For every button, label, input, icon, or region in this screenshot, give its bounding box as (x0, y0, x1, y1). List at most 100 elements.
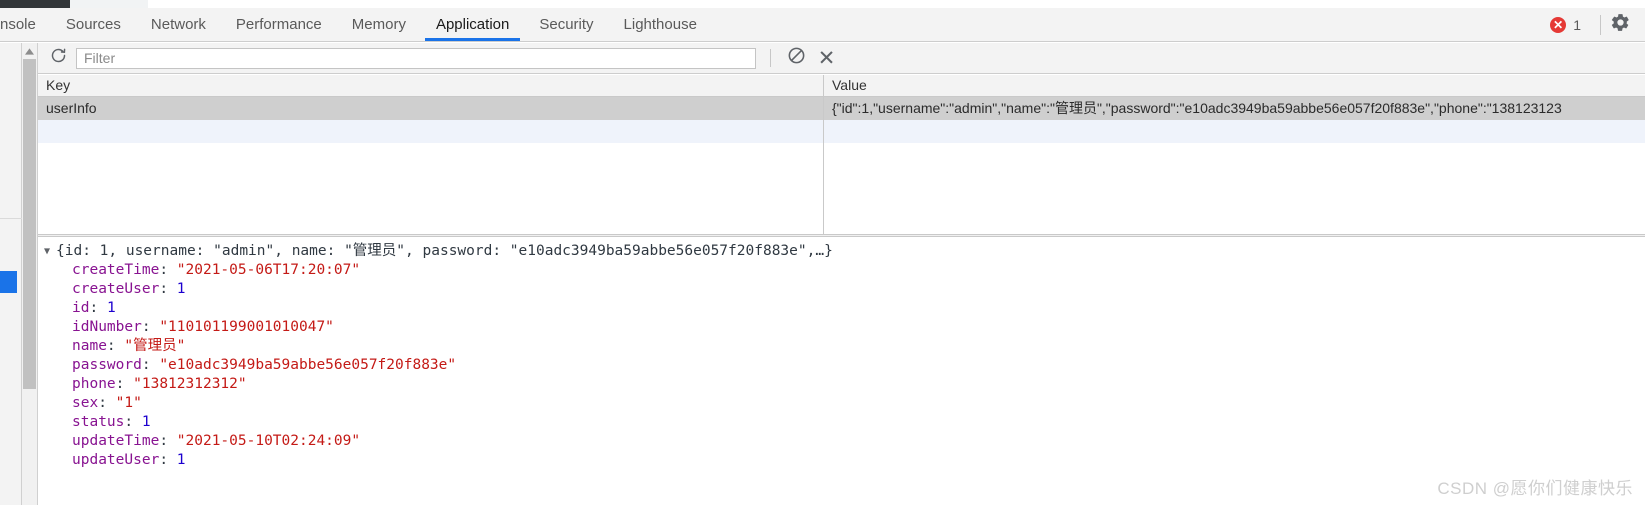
tab-label: Performance (235, 16, 322, 33)
tab-security[interactable]: Security (524, 8, 608, 41)
error-badge[interactable]: ✕ 1 (1550, 8, 1591, 41)
error-icon: ✕ (1550, 16, 1567, 33)
tab-lighthouse[interactable]: Lighthouse (609, 8, 712, 41)
browser-tab-active[interactable] (0, 0, 70, 8)
property-colon: : (159, 262, 177, 278)
tabstrip-spacer (712, 8, 1550, 41)
property-name: password (72, 357, 142, 373)
property-value: "110101199001010047" (159, 319, 334, 335)
property-value: 1 (176, 281, 186, 297)
table-empty-area-value (825, 143, 1645, 234)
devtools-tabs: nsole Sources Network Performance Memory Appl… (0, 8, 712, 41)
property-colon: : (159, 433, 177, 449)
property-name: createTime (72, 262, 160, 278)
property-colon: : (141, 319, 160, 335)
value-preview-pane: ▼ {id: 1, username: "admin", name: "管理员"… (38, 238, 1645, 505)
property-colon: : (159, 281, 177, 297)
object-property-row[interactable]: idNumber: "110101199001010047" (38, 318, 1645, 337)
refresh-icon (50, 47, 67, 69)
property-colon: : (115, 376, 134, 392)
property-value: 1 (176, 452, 186, 468)
property-name: status (72, 414, 125, 430)
storage-table: Key Value userInfo {"id":1,"username":"ad… (38, 75, 1645, 234)
property-name: idNumber (72, 319, 142, 335)
property-colon: : (124, 414, 142, 430)
tab-label: Application (435, 16, 510, 33)
object-property-row[interactable]: createTime: "2021-05-06T17:20:07" (38, 261, 1645, 280)
scroll-up-arrow-icon[interactable] (22, 43, 37, 59)
property-value: "2021-05-10T02:24:09" (176, 433, 361, 449)
tab-label: Memory (351, 16, 406, 33)
object-property-row[interactable]: status: 1 (38, 413, 1645, 432)
filter-input[interactable] (76, 47, 756, 69)
property-name: sex (72, 395, 99, 411)
property-value: "13812312312" (133, 376, 247, 392)
clear-storage-button[interactable] (783, 45, 809, 71)
tab-performance[interactable]: Performance (221, 8, 337, 41)
property-colon: : (98, 395, 116, 411)
tab-label: Security (539, 16, 594, 33)
property-value: "管理员" (124, 338, 186, 354)
sidebar-item-selected-indicator[interactable] (0, 271, 17, 293)
property-value: 1 (106, 300, 116, 316)
property-name: updateTime (72, 433, 160, 449)
property-value: 1 (141, 414, 151, 430)
table-row-empty[interactable] (38, 120, 1645, 143)
object-property-row[interactable]: updateTime: "2021-05-10T02:24:09" (38, 432, 1645, 451)
pane-splitter[interactable] (38, 234, 1645, 237)
toolbar-separator (770, 49, 771, 67)
refresh-button[interactable] (46, 46, 70, 70)
scrollbar-thumb[interactable] (23, 59, 36, 389)
no-entry-icon (787, 46, 806, 70)
object-summary-text: {id: 1, username: "admin", name: "管理员", … (56, 243, 833, 259)
toolbar-divider (1600, 14, 1601, 35)
tab-memory[interactable]: Memory (337, 8, 421, 41)
table-empty-area-key (38, 143, 824, 234)
property-value: "e10adc3949ba59abbe56e057f20f883e" (159, 357, 457, 373)
object-summary-row[interactable]: ▼ {id: 1, username: "admin", name: "管理员"… (38, 242, 1645, 261)
sidebar-divider (0, 218, 22, 219)
property-name: name (72, 338, 107, 354)
property-name: id (72, 300, 90, 316)
sidebar-scrollbar[interactable] (22, 43, 38, 505)
cell-key[interactable]: userInfo (38, 97, 824, 120)
table-body: userInfo {"id":1,"username":"admin","name… (38, 97, 1645, 143)
tab-application[interactable]: Application (421, 8, 524, 41)
watermark: CSDN @愿你们健康快乐 (1437, 479, 1633, 498)
column-header-value[interactable]: Value (824, 75, 1645, 96)
tab-sources[interactable]: Sources (51, 8, 136, 41)
browser-chrome-sliver (0, 0, 1645, 8)
settings-button[interactable] (1610, 8, 1645, 41)
property-name: createUser (72, 281, 160, 297)
chevron-down-icon[interactable]: ▼ (44, 242, 56, 261)
property-colon: : (141, 357, 160, 373)
column-header-key[interactable]: Key (38, 75, 824, 96)
object-property-row[interactable]: name: "管理员" (38, 337, 1645, 356)
object-property-row[interactable]: phone: "13812312312" (38, 375, 1645, 394)
table-header-row: Key Value (38, 75, 1645, 97)
tab-label: nsole (0, 16, 36, 33)
tab-label: Sources (65, 16, 121, 33)
browser-tab-inactive[interactable] (70, 0, 148, 8)
error-count: 1 (1573, 16, 1581, 33)
panel-sidebar-rail (0, 43, 22, 505)
object-property-row[interactable]: password: "e10adc3949ba59abbe56e057f20f8… (38, 356, 1645, 375)
object-property-row[interactable]: updateUser: 1 (38, 451, 1645, 470)
storage-toolbar: ✕ (38, 43, 1645, 74)
object-property-row[interactable]: id: 1 (38, 299, 1645, 318)
table-row[interactable]: userInfo {"id":1,"username":"admin","name… (38, 97, 1645, 120)
object-property-row[interactable]: createUser: 1 (38, 280, 1645, 299)
object-property-row[interactable]: sex: "1" (38, 394, 1645, 413)
tab-console[interactable]: nsole (0, 8, 51, 41)
close-icon: ✕ (817, 46, 836, 70)
property-colon: : (106, 338, 125, 354)
property-value: "1" (115, 395, 142, 411)
cell-value[interactable]: {"id":1,"username":"admin","name":"管理员",… (824, 97, 1645, 120)
property-name: updateUser (72, 452, 160, 468)
delete-selected-button[interactable]: ✕ (809, 45, 836, 71)
property-colon: : (89, 300, 107, 316)
property-name: phone (72, 376, 116, 392)
object-property-list: createTime: "2021-05-06T17:20:07" createU… (38, 261, 1645, 470)
tab-network[interactable]: Network (136, 8, 221, 41)
tab-label: Network (150, 16, 206, 33)
